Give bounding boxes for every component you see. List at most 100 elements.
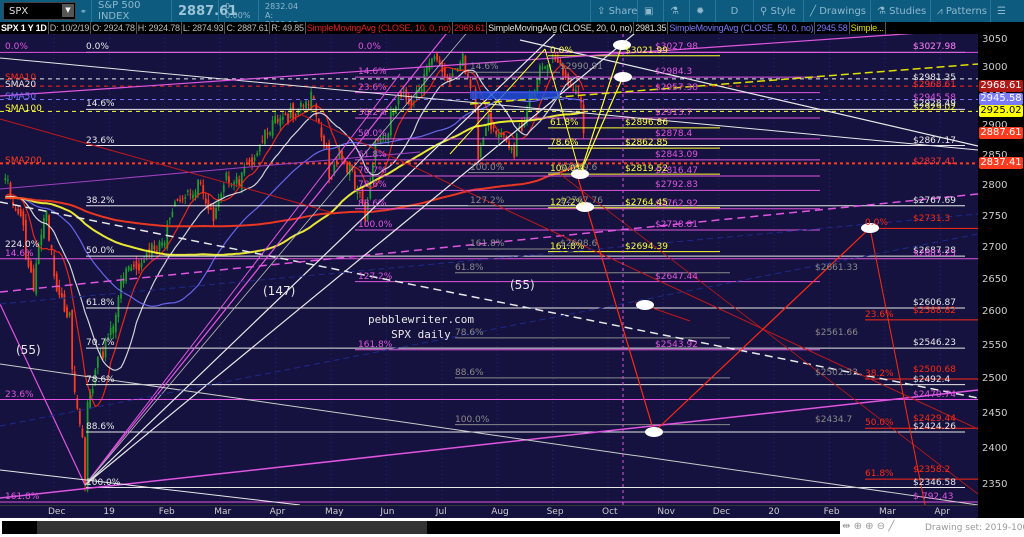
candle <box>271 120 274 136</box>
candle <box>274 115 277 124</box>
candle <box>112 326 115 334</box>
time-tick: Jun <box>380 507 395 517</box>
patterns-button[interactable]: ⩘ Patterns <box>931 0 991 22</box>
zoom-in-icon[interactable]: ⊕ <box>865 521 873 532</box>
link-icon[interactable]: ⚭ <box>80 0 92 22</box>
time-tick: Aug <box>491 507 509 517</box>
candle <box>22 211 25 226</box>
fib-price-label: $2731.3 <box>913 214 951 225</box>
candle <box>238 179 241 186</box>
price-tick: 2700 <box>982 242 1008 254</box>
fib-pct-label: 14.6% <box>5 248 34 259</box>
candle <box>138 263 140 271</box>
candle <box>186 190 189 193</box>
candle <box>346 163 349 173</box>
candle <box>184 197 187 199</box>
fib-pct-label: 100.0% <box>358 219 393 230</box>
sma50-legend[interactable]: SimpleMovingAvg (CLOSE, 50, 0, no) <box>668 22 816 34</box>
fib-pct-label: 127.2% <box>358 271 393 282</box>
drawings-button[interactable]: ╱ Drawings <box>804 0 871 22</box>
style-button[interactable]: ⚲ Style <box>754 0 804 22</box>
zoom-out-icon[interactable]: ⊖ <box>877 521 885 532</box>
menu-button[interactable]: ☰ <box>991 0 1024 22</box>
time-tick: Mar <box>214 507 232 517</box>
fib-price-label: $2561.66 <box>815 327 858 338</box>
sma100-legend[interactable]: Simple... <box>850 22 886 34</box>
time-tick: Jul <box>435 507 447 517</box>
candle <box>161 242 163 246</box>
flask-button[interactable]: ⚗ <box>664 0 690 22</box>
candle <box>243 167 246 174</box>
pan-icon[interactable]: ⇹ <box>842 521 850 532</box>
candle <box>513 144 516 158</box>
price-tick: 2550 <box>982 339 1008 351</box>
net-change: 0 <box>225 2 231 11</box>
pencil-icon: ╱ <box>810 5 820 17</box>
fib-extension-label: 224.0% <box>5 240 40 250</box>
sma-label-sma20: SMA20 <box>5 80 37 90</box>
bar-close: C: 2887.61 <box>226 22 271 34</box>
fib-price-label: $2500.68 <box>913 364 956 375</box>
time-tick: May <box>325 507 344 517</box>
fib-price-label: $3027.98 <box>913 42 956 53</box>
price-badge: 2925.02 <box>979 105 1023 118</box>
fib-price-label: $2862.85 <box>625 138 668 149</box>
price-axis[interactable]: 3050300029502900285028002750270026502600… <box>978 34 1024 505</box>
time-axis[interactable]: Dec 19 Feb Mar Apr May Jun Jul Aug Sep Oct Nov Dec 20… <box>0 505 1008 518</box>
price-tick: 2600 <box>982 306 1008 318</box>
price-badge: 2968.61 <box>979 80 1023 93</box>
fib-pct-label: 61.8% <box>550 117 579 128</box>
price-chart[interactable]: SMA10 SMA20 SMA50 SMA100 SMA200 $2981.35 $2968… <box>0 34 978 505</box>
crosshair-icon[interactable]: ⊕ <box>854 521 862 532</box>
candle <box>130 267 133 271</box>
fib-price-label: $2764.45 <box>625 197 668 208</box>
studies-button[interactable]: ⚗ Studies <box>871 0 931 22</box>
scrollbar-thumb[interactable] <box>37 521 427 534</box>
candle <box>405 89 408 100</box>
horizontal-scrollbar[interactable] <box>2 521 840 534</box>
period-button[interactable]: D <box>716 0 754 22</box>
candle <box>207 199 210 210</box>
candle <box>140 262 143 268</box>
bar-high: H: 2924.78 <box>137 22 182 34</box>
candle <box>71 309 74 370</box>
fib-pct-label: 0.0% <box>5 42 28 53</box>
draw-line-icon[interactable]: ╱ <box>888 521 894 532</box>
candle <box>109 327 112 336</box>
time-tick: Feb <box>158 507 175 517</box>
candle <box>14 208 17 211</box>
fib-price-label: $2661.33 <box>815 262 858 273</box>
candle <box>582 104 585 134</box>
price-tick: 2650 <box>982 273 1008 285</box>
settings-button[interactable]: ✹ <box>690 0 716 22</box>
candle <box>479 147 482 157</box>
fib-pct-label: 100.0% <box>86 477 121 488</box>
screenshot-button[interactable]: ▣ <box>638 0 664 22</box>
fib-pct-label: 23.6% <box>86 135 115 146</box>
fib-price-label: $2767.76 <box>560 195 603 206</box>
candle <box>215 208 217 219</box>
candle <box>122 277 125 284</box>
time-tick: 19 <box>103 507 115 517</box>
fib-pct-label: 0.0% <box>358 42 381 53</box>
bar-low: L: 2874.93 <box>182 22 226 34</box>
fib-price-label: $-792.43 <box>913 492 954 502</box>
share-button[interactable]: ⇪ Share <box>590 0 638 22</box>
menu-icon: ☰ <box>997 5 1006 17</box>
fib-price-label: $2346.58 <box>913 477 956 488</box>
candle <box>179 199 181 201</box>
symbol-dropdown-icon[interactable]: ▼ <box>62 4 74 17</box>
time-tick: Apr <box>269 507 286 517</box>
fib-price-label: $2588.82 <box>913 305 956 316</box>
watermark: pebblewriter.com SPX daily <box>368 312 474 342</box>
candle <box>425 66 428 76</box>
price-tick: 2750 <box>982 210 1008 222</box>
sma10-legend[interactable]: SimpleMovingAvg (CLOSE, 10, 0, no) <box>306 22 453 34</box>
candle <box>497 133 500 138</box>
price-tick: 2800 <box>982 179 1008 191</box>
sma20-legend[interactable]: SimpleMovingAvg (CLOSE, 20, 0, no) <box>487 22 635 34</box>
trendline <box>0 389 978 499</box>
candle <box>508 141 510 148</box>
drawing-set-label[interactable]: Drawing set: 2019-1003 <box>925 523 1024 533</box>
candle <box>210 207 212 210</box>
